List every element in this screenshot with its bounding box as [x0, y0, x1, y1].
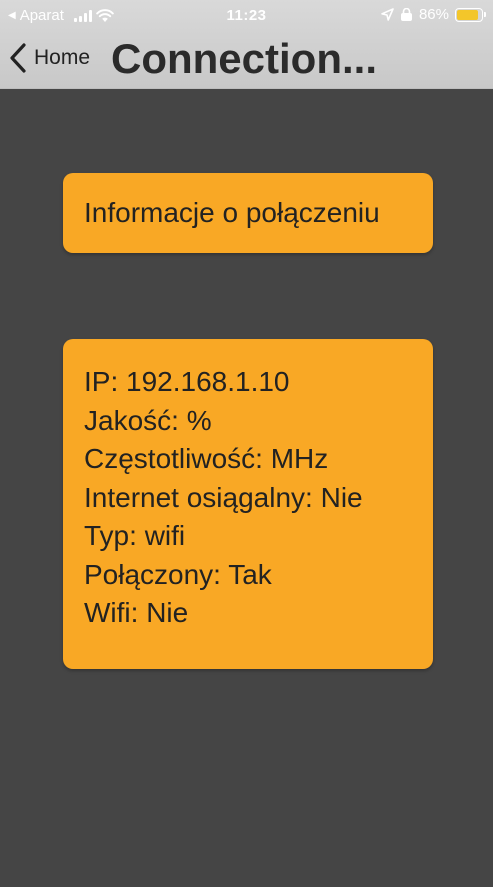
- chevron-left-icon: [10, 43, 26, 73]
- ip-address-text: IP: 192.168.1.10: [84, 366, 290, 397]
- back-button[interactable]: Home: [8, 42, 90, 74]
- top-bar: ◀ Aparat 11:23 86% Home Connection...: [0, 0, 493, 89]
- quality-text: Jakość: %: [84, 404, 212, 436]
- connection-type-text: Typ: wifi: [84, 520, 186, 551]
- navigation-bar: Home Connection...: [0, 32, 493, 88]
- frequency-text: Częstotliwość: MHz: [84, 443, 329, 474]
- battery-charging-icon: [455, 7, 486, 22]
- connection-info-button[interactable]: Informacje o połączeniu: [63, 173, 433, 253]
- back-button-label: Home: [34, 46, 91, 69]
- connected-text: Połączony: Tak: [84, 558, 272, 590]
- connection-details-card: IP: 192.168.1.10 Jakość: % Częstotliwość…: [63, 339, 433, 669]
- internet-reachable-text: Internet osiągalny: Nie: [84, 481, 363, 513]
- status-right: 86%: [381, 6, 486, 23]
- connection-info-button-label: Informacje o połączeniu: [84, 197, 380, 228]
- location-arrow-icon: [381, 8, 394, 21]
- page-title: Connection...: [111, 35, 377, 82]
- wifi-text: Wifi: Nie: [84, 597, 189, 628]
- status-bar: ◀ Aparat 11:23 86%: [0, 0, 493, 32]
- battery-percent: 86%: [418, 6, 449, 23]
- orientation-lock-icon: [400, 7, 412, 21]
